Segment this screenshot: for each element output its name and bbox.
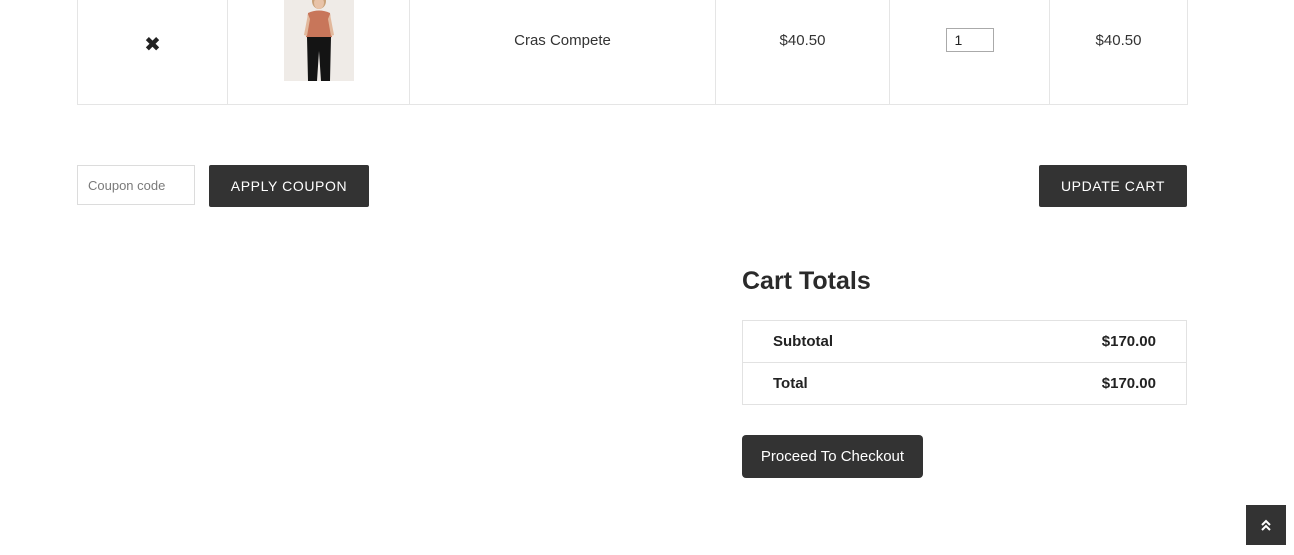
remove-cell: ✖ <box>77 0 228 105</box>
cart-totals-heading: Cart Totals <box>742 267 871 295</box>
table-row: ✖ Cras Compete $40.50 1 $40.50 <box>77 0 1188 105</box>
cart-totals-table: Subtotal $170.00 Total $170.00 <box>741 320 1187 405</box>
total-row: Total $170.00 <box>741 362 1187 405</box>
scroll-to-top-button[interactable] <box>1246 505 1286 545</box>
subtotal-cell: $40.50 <box>1049 0 1188 105</box>
price-cell: $40.50 <box>715 0 890 105</box>
thumbnail-cell <box>227 0 410 105</box>
apply-coupon-button[interactable]: APPLY COUPON <box>209 165 369 207</box>
total-value: $170.00 <box>969 362 1187 405</box>
product-image <box>283 0 354 81</box>
product-subtotal: $40.50 <box>1095 31 1142 49</box>
product-name-link[interactable]: Cras Compete <box>514 32 611 49</box>
product-price: $40.50 <box>779 31 826 49</box>
proceed-to-checkout-button[interactable]: Proceed To Checkout <box>742 435 923 478</box>
total-label: Total <box>741 362 970 405</box>
quantity-cell <box>889 0 1050 105</box>
quantity-input[interactable] <box>945 28 994 52</box>
coupon-code-input[interactable] <box>77 165 195 205</box>
subtotal-value: $170.00 <box>969 320 1187 363</box>
product-thumbnail[interactable] <box>283 0 354 81</box>
subtotal-label: Subtotal <box>741 320 970 363</box>
update-cart-button[interactable]: UPDATE CART <box>1039 165 1187 207</box>
subtotal-row: Subtotal $170.00 <box>741 320 1187 363</box>
close-icon[interactable]: ✖ <box>144 35 161 55</box>
cart-table: ✖ Cras Compete $40.50 1 $40.50 <box>77 0 1188 105</box>
double-chevron-up-icon <box>1261 519 1271 531</box>
cart-page: ✖ Cras Compete $40.50 1 $40.50 Coupon co… <box>0 0 1294 555</box>
product-name-cell: Cras Compete <box>409 0 716 105</box>
